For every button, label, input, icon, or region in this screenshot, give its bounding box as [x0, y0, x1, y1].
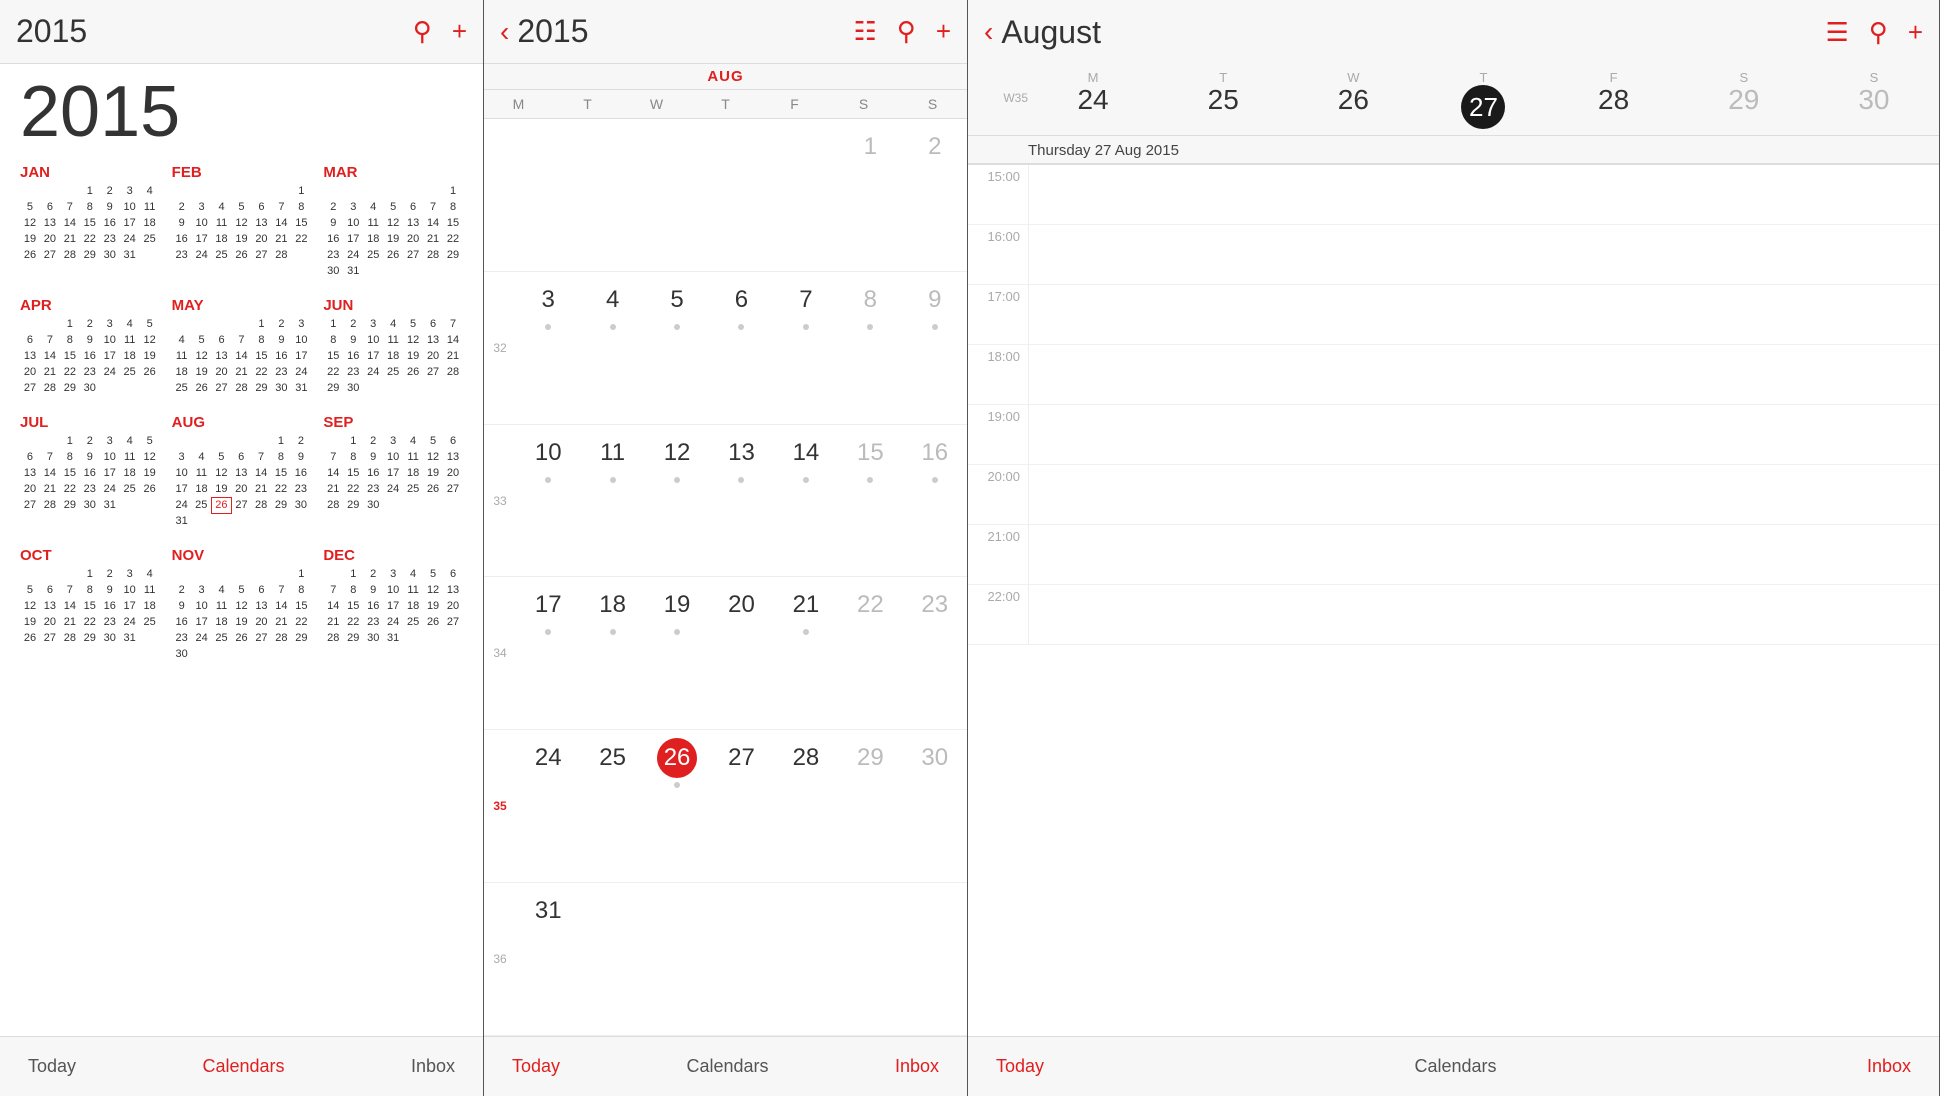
day-col-6[interactable]: S30 — [1809, 70, 1939, 129]
day-col-2[interactable]: W26 — [1288, 70, 1418, 129]
week-row-4: 3524252627282930 — [484, 730, 967, 883]
mini-month-may[interactable]: MAY1234567891011121314151617181920212223… — [172, 297, 312, 396]
year-title: 2015 — [16, 13, 413, 50]
day-body: 15:0016:0017:0018:0019:0020:0021:0022:00 — [968, 165, 1939, 1036]
day-month-title: August — [1001, 14, 1101, 51]
time-row-19:00: 19:00 — [968, 405, 1939, 465]
time-row-20:00: 20:00 — [968, 465, 1939, 525]
day-col-5[interactable]: S29 — [1679, 70, 1809, 129]
inbox-button[interactable]: Inbox — [1867, 1056, 1911, 1077]
month-label: AUG — [707, 68, 743, 85]
search-icon[interactable]: ⚲ — [897, 16, 916, 47]
day-col-3[interactable]: T27 — [1418, 70, 1548, 129]
year-header: 2015 ⚲ + — [0, 0, 483, 64]
month-body: 1232345678933101112131415163417181920212… — [484, 119, 967, 1036]
time-row-16:00: 16:00 — [968, 225, 1939, 285]
time-row-17:00: 17:00 — [968, 285, 1939, 345]
week-row-3: 3417181920212223 — [484, 577, 967, 730]
plus-icon[interactable]: + — [452, 16, 467, 47]
mini-month-jan[interactable]: JAN1234567891011121314151617181920212223… — [20, 164, 160, 279]
grid-icon[interactable]: ☷ — [853, 16, 876, 47]
time-row-21:00: 21:00 — [968, 525, 1939, 585]
mini-month-sep[interactable]: SEP1234567891011121314151617181920212223… — [323, 414, 463, 529]
time-row-15:00: 15:00 — [968, 165, 1939, 225]
mini-month-jun[interactable]: JUN1234567891011121314151617181920212223… — [323, 297, 463, 396]
mini-month-oct[interactable]: OCT1234567891011121314151617181920212223… — [20, 547, 160, 662]
week-row-0: 12 — [484, 119, 967, 272]
back-icon[interactable]: ‹ — [984, 16, 993, 48]
day-col-4[interactable]: F28 — [1549, 70, 1679, 129]
mini-month-mar[interactable]: MAR1234567891011121314151617181920212223… — [323, 164, 463, 279]
calendars-button[interactable]: Calendars — [1414, 1056, 1496, 1077]
day-header: ‹ August ☰ ⚲ + W35M24T25W26T27F28S29S30 … — [968, 0, 1939, 165]
week-row-2: 3310111213141516 — [484, 425, 967, 578]
week-row-5: 3631 — [484, 883, 967, 1036]
inbox-button[interactable]: Inbox — [895, 1056, 939, 1077]
day-header-icons: ☰ ⚲ + — [1825, 17, 1923, 48]
month-bottom-nav: Today Calendars Inbox — [484, 1036, 967, 1096]
year-panel: 2015 ⚲ + 2015 JAN12345678910111213141516… — [0, 0, 484, 1096]
list-icon[interactable]: ☰ — [1825, 17, 1848, 48]
month-panel: ‹ 2015 ☷ ⚲ + AUG MTWTFSS 123234567893310… — [484, 0, 968, 1096]
time-row-18:00: 18:00 — [968, 345, 1939, 405]
calendars-button[interactable]: Calendars — [202, 1056, 284, 1077]
month-label-row: AUG — [484, 64, 967, 90]
plus-icon[interactable]: + — [936, 16, 951, 47]
mini-month-dec[interactable]: DEC1234567891011121314151617181920212223… — [323, 547, 463, 662]
day-col-0[interactable]: M24 — [1028, 70, 1158, 129]
mini-month-aug[interactable]: AUG1234567891011121314151617181920212223… — [172, 414, 312, 529]
day-col-1[interactable]: T25 — [1158, 70, 1288, 129]
month-header-icons: ☷ ⚲ + — [853, 16, 951, 47]
inbox-button[interactable]: Inbox — [411, 1056, 455, 1077]
today-button[interactable]: Today — [996, 1056, 1044, 1077]
year-number: 2015 — [20, 76, 463, 148]
week-row-1: 323456789 — [484, 272, 967, 425]
mini-month-apr[interactable]: APR1234567891011121314151617181920212223… — [20, 297, 160, 396]
year-header-icons: ⚲ + — [413, 16, 467, 47]
today-button[interactable]: Today — [512, 1056, 560, 1077]
month-dow-row: MTWTFSS — [484, 90, 967, 119]
mini-month-nov[interactable]: NOV1234567891011121314151617181920212223… — [172, 547, 312, 662]
months-grid: JAN1234567891011121314151617181920212223… — [20, 164, 463, 662]
week-label: W35 — [968, 70, 1028, 129]
day-header-top: ‹ August ☰ ⚲ + — [968, 0, 1939, 64]
month-header: ‹ 2015 ☷ ⚲ + — [484, 0, 967, 64]
back-icon[interactable]: ‹ — [500, 16, 509, 48]
day-date-title: Thursday 27 Aug 2015 — [968, 136, 1939, 164]
search-icon[interactable]: ⚲ — [413, 16, 432, 47]
year-bottom-nav: Today Calendars Inbox — [0, 1036, 483, 1096]
search-icon[interactable]: ⚲ — [1869, 17, 1888, 48]
plus-icon[interactable]: + — [1908, 17, 1923, 48]
day-bottom-nav: Today Calendars Inbox — [968, 1036, 1939, 1096]
mini-month-feb[interactable]: FEB1234567891011121314151617181920212223… — [172, 164, 312, 279]
time-row-22:00: 22:00 — [968, 585, 1939, 645]
day-panel: ‹ August ☰ ⚲ + W35M24T25W26T27F28S29S30 … — [968, 0, 1940, 1096]
month-year-title: 2015 — [517, 13, 588, 50]
calendars-button[interactable]: Calendars — [686, 1056, 768, 1077]
year-body: 2015 JAN12345678910111213141516171819202… — [0, 64, 483, 1036]
today-button[interactable]: Today — [28, 1056, 76, 1077]
mini-month-jul[interactable]: JUL1234567891011121314151617181920212223… — [20, 414, 160, 529]
day-col-header: W35M24T25W26T27F28S29S30 — [968, 64, 1939, 136]
